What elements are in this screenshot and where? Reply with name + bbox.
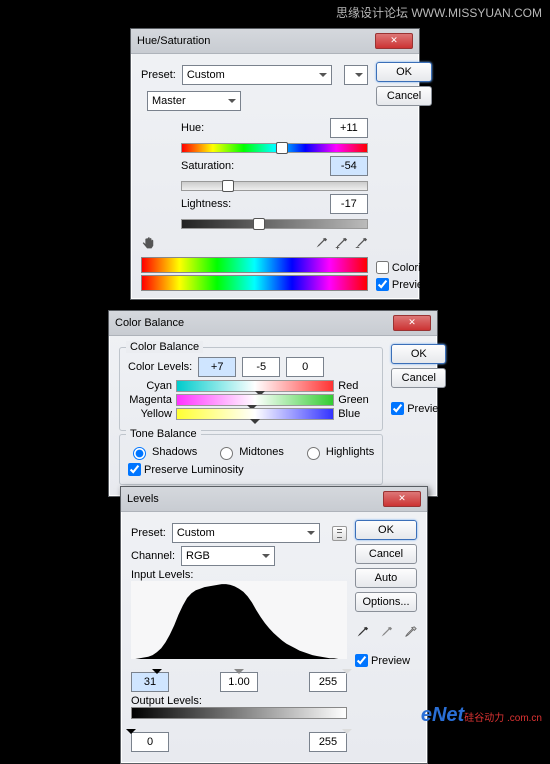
tone-balance-group: Tone Balance Shadows Midtones Highlights…	[119, 434, 383, 485]
levels-dialog: Levels ✕ Preset: Custom Channel: RGB Inp…	[120, 486, 428, 764]
preset-menu-button[interactable]	[332, 526, 347, 541]
close-icon[interactable]: ✕	[383, 491, 421, 507]
lightness-input[interactable]	[330, 194, 368, 214]
cb-title: Color Balance	[115, 317, 184, 329]
ok-button[interactable]: OK	[355, 520, 417, 540]
input-slider[interactable]	[131, 659, 347, 669]
range-select[interactable]: Master	[147, 91, 241, 111]
gray-point-eyedropper-icon[interactable]	[379, 626, 393, 640]
preset-select[interactable]: Custom	[172, 523, 320, 543]
eyedropper-icon[interactable]	[314, 237, 328, 251]
cancel-button[interactable]: Cancel	[376, 86, 432, 106]
channel-select[interactable]: RGB	[181, 546, 275, 566]
channel-label: Channel:	[131, 550, 175, 562]
saturation-label: Saturation:	[181, 160, 245, 172]
options-button[interactable]: Options...	[355, 592, 417, 612]
ok-button[interactable]: OK	[391, 344, 446, 364]
cyan-red-slider[interactable]	[176, 380, 334, 392]
saturation-slider[interactable]	[181, 179, 368, 191]
ok-button[interactable]: OK	[376, 62, 432, 82]
yellow-blue-slider[interactable]	[176, 408, 334, 420]
auto-button[interactable]: Auto	[355, 568, 417, 588]
input-black-input[interactable]	[131, 672, 169, 692]
output-black-input[interactable]	[131, 732, 169, 752]
hue-input[interactable]	[330, 118, 368, 138]
hand-icon[interactable]	[141, 237, 155, 251]
preset-menu-button[interactable]	[344, 65, 368, 85]
lightness-slider[interactable]	[181, 217, 368, 229]
hue-slider[interactable]	[181, 141, 368, 153]
cancel-button[interactable]: Cancel	[391, 368, 446, 388]
watermark-top: 思缘设计论坛 WWW.MISSYUAN.COM	[336, 4, 542, 21]
color-balance-group: Color Balance Color Levels: CyanRed Mage…	[119, 347, 383, 431]
hs-titlebar[interactable]: Hue/Saturation ✕	[131, 29, 419, 54]
watermark-bottom: eNet硅谷动力 .com.cn	[421, 704, 542, 727]
preview-checkbox[interactable]: Preview	[391, 402, 446, 415]
lightness-label: Lightness:	[181, 198, 245, 210]
level-2-input[interactable]	[242, 357, 280, 377]
preview-checkbox[interactable]: Preview	[376, 278, 432, 291]
preview-checkbox[interactable]: Preview	[355, 654, 417, 667]
saturation-input[interactable]	[330, 156, 368, 176]
preserve-luminosity-checkbox[interactable]: Preserve Luminosity	[128, 463, 374, 476]
colorize-checkbox[interactable]: Colorize	[376, 261, 432, 274]
highlights-radio[interactable]: Highlights	[302, 444, 374, 460]
close-icon[interactable]: ✕	[375, 33, 413, 49]
eyedropper-minus-icon[interactable]	[354, 237, 368, 251]
lv-titlebar[interactable]: Levels ✕	[121, 487, 427, 512]
output-gradient	[131, 707, 347, 719]
preset-select[interactable]: Custom	[182, 65, 332, 85]
preset-label: Preset:	[141, 69, 176, 81]
input-levels-label: Input Levels:	[131, 569, 193, 581]
black-point-eyedropper-icon[interactable]	[355, 626, 369, 640]
midtones-radio[interactable]: Midtones	[215, 444, 284, 460]
hs-title: Hue/Saturation	[137, 35, 210, 47]
white-point-eyedropper-icon[interactable]	[403, 626, 417, 640]
color-balance-dialog: Color Balance ✕ Color Balance Color Leve…	[108, 310, 438, 497]
output-levels-label: Output Levels:	[131, 695, 202, 707]
cancel-button[interactable]: Cancel	[355, 544, 417, 564]
level-1-input[interactable]	[198, 357, 236, 377]
histogram	[131, 581, 347, 659]
magenta-green-slider[interactable]	[176, 394, 334, 406]
eyedropper-plus-icon[interactable]	[334, 237, 348, 251]
lv-title: Levels	[127, 493, 159, 505]
level-3-input[interactable]	[286, 357, 324, 377]
color-levels-label: Color Levels:	[128, 361, 192, 373]
hue-saturation-dialog: Hue/Saturation ✕ Preset: Custom Master H…	[130, 28, 420, 300]
hue-label: Hue:	[181, 122, 245, 134]
close-icon[interactable]: ✕	[393, 315, 431, 331]
spectrum-bar-2	[141, 275, 368, 291]
cb-titlebar[interactable]: Color Balance ✕	[109, 311, 437, 336]
shadows-radio[interactable]: Shadows	[128, 444, 197, 460]
preset-label: Preset:	[131, 527, 166, 539]
output-slider[interactable]	[131, 719, 347, 729]
spectrum-bar	[141, 257, 368, 273]
